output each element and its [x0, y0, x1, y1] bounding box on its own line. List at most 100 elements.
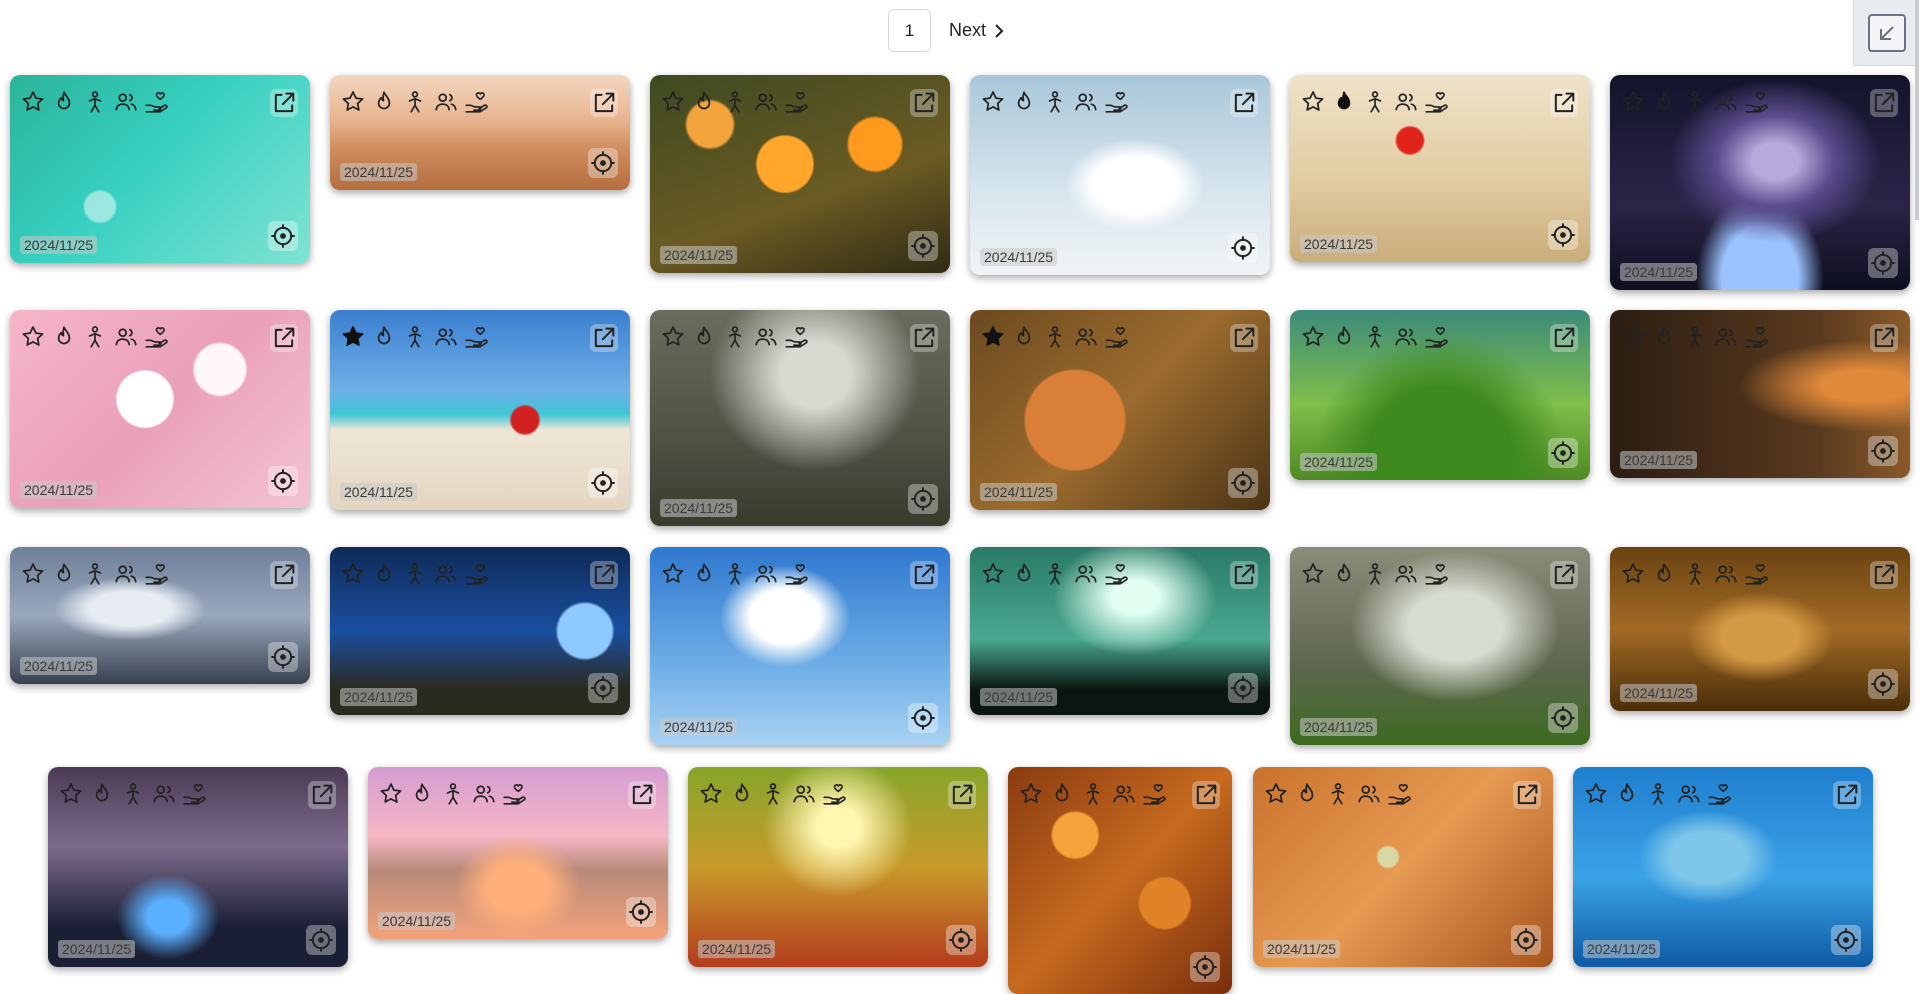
star-icon[interactable] [378, 781, 404, 807]
flame-icon[interactable] [1011, 561, 1037, 587]
star-icon[interactable] [340, 324, 366, 350]
open-external-icon[interactable] [628, 781, 656, 809]
image-card-dark-forest[interactable]: 2024/11/25 [1610, 310, 1910, 478]
image-card-autumn-forest[interactable]: 2024/11/25 [688, 767, 988, 967]
flame-icon[interactable] [1651, 561, 1677, 587]
hand-heart-icon[interactable] [1104, 561, 1130, 587]
locate-icon[interactable] [1548, 438, 1578, 468]
open-external-icon[interactable] [1550, 89, 1578, 117]
open-external-icon[interactable] [1870, 561, 1898, 589]
open-external-icon[interactable] [270, 561, 298, 589]
locate-icon[interactable] [268, 466, 298, 496]
flame-icon[interactable] [1049, 781, 1075, 807]
star-icon[interactable] [980, 89, 1006, 115]
people-icon[interactable] [433, 561, 459, 587]
people-icon[interactable] [1356, 781, 1382, 807]
star-icon[interactable] [1300, 561, 1326, 587]
hand-heart-icon[interactable] [1387, 781, 1413, 807]
locate-icon[interactable] [1868, 436, 1898, 466]
star-icon[interactable] [20, 324, 46, 350]
star-icon[interactable] [698, 781, 724, 807]
people-icon[interactable] [1073, 561, 1099, 587]
hand-heart-icon[interactable] [1424, 561, 1450, 587]
people-icon[interactable] [471, 781, 497, 807]
locate-icon[interactable] [588, 468, 618, 498]
flame-icon[interactable] [1331, 89, 1357, 115]
open-external-icon[interactable] [910, 89, 938, 117]
hand-heart-icon[interactable] [1424, 324, 1450, 350]
person-icon[interactable] [82, 561, 108, 587]
locate-icon[interactable] [1548, 703, 1578, 733]
people-icon[interactable] [753, 89, 779, 115]
person-icon[interactable] [722, 89, 748, 115]
image-card-beach-drink[interactable]: 2024/11/25 [330, 310, 630, 510]
locate-icon[interactable] [626, 897, 656, 927]
locate-icon[interactable] [946, 925, 976, 955]
star-icon[interactable] [1018, 781, 1044, 807]
open-external-icon[interactable] [1513, 781, 1541, 809]
open-external-icon[interactable] [1230, 89, 1258, 117]
open-external-icon[interactable] [308, 781, 336, 809]
image-card-galaxy[interactable]: 2024/11/25 [1610, 75, 1910, 290]
open-external-icon[interactable] [1550, 324, 1578, 352]
star-icon[interactable] [340, 561, 366, 587]
person-icon[interactable] [82, 89, 108, 115]
person-icon[interactable] [402, 561, 428, 587]
people-icon[interactable] [1676, 781, 1702, 807]
people-icon[interactable] [1713, 324, 1739, 350]
open-external-icon[interactable] [270, 324, 298, 352]
open-external-icon[interactable] [910, 324, 938, 352]
person-icon[interactable] [1042, 561, 1068, 587]
locate-icon[interactable] [588, 673, 618, 703]
star-icon[interactable] [1583, 781, 1609, 807]
star-icon[interactable] [58, 781, 84, 807]
hand-heart-icon[interactable] [1104, 324, 1130, 350]
hand-heart-icon[interactable] [784, 324, 810, 350]
person-icon[interactable] [1362, 89, 1388, 115]
flame-icon[interactable] [1331, 561, 1357, 587]
people-icon[interactable] [433, 324, 459, 350]
locate-icon[interactable] [268, 642, 298, 672]
person-icon[interactable] [1325, 781, 1351, 807]
locate-icon[interactable] [1868, 248, 1898, 278]
image-card-autumn-leaves[interactable] [1008, 767, 1232, 994]
hand-heart-icon[interactable] [502, 781, 528, 807]
locate-icon[interactable] [588, 148, 618, 178]
locate-icon[interactable] [1228, 468, 1258, 498]
locate-icon[interactable] [1511, 925, 1541, 955]
hand-heart-icon[interactable] [1104, 89, 1130, 115]
open-external-icon[interactable] [1870, 89, 1898, 117]
hand-heart-icon[interactable] [1744, 561, 1770, 587]
image-card-dolphin[interactable]: 2024/11/25 [1573, 767, 1873, 967]
person-icon[interactable] [1682, 561, 1708, 587]
person-icon[interactable] [1362, 324, 1388, 350]
locate-icon[interactable] [908, 484, 938, 514]
hand-heart-icon[interactable] [1744, 89, 1770, 115]
flame-icon[interactable] [51, 89, 77, 115]
open-external-icon[interactable] [910, 561, 938, 589]
locate-icon[interactable] [1228, 673, 1258, 703]
people-icon[interactable] [151, 781, 177, 807]
hand-heart-icon[interactable] [144, 561, 170, 587]
people-icon[interactable] [433, 89, 459, 115]
locate-icon[interactable] [908, 703, 938, 733]
flame-icon[interactable] [371, 561, 397, 587]
star-icon[interactable] [980, 324, 1006, 350]
person-icon[interactable] [120, 781, 146, 807]
image-card-dove[interactable]: 2024/11/25 [970, 75, 1270, 275]
person-icon[interactable] [440, 781, 466, 807]
locate-icon[interactable] [306, 925, 336, 955]
next-page-button[interactable]: Next [939, 9, 1016, 52]
flame-icon[interactable] [729, 781, 755, 807]
flame-icon[interactable] [371, 324, 397, 350]
person-icon[interactable] [1042, 89, 1068, 115]
flame-icon[interactable] [1011, 89, 1037, 115]
image-card-green-field[interactable]: 2024/11/25 [1290, 310, 1590, 480]
flame-icon[interactable] [51, 561, 77, 587]
image-card-droplets[interactable]: 2024/11/25 [10, 75, 310, 263]
star-icon[interactable] [1620, 324, 1646, 350]
people-icon[interactable] [753, 324, 779, 350]
star-icon[interactable] [1263, 781, 1289, 807]
person-icon[interactable] [722, 561, 748, 587]
locate-icon[interactable] [268, 221, 298, 251]
